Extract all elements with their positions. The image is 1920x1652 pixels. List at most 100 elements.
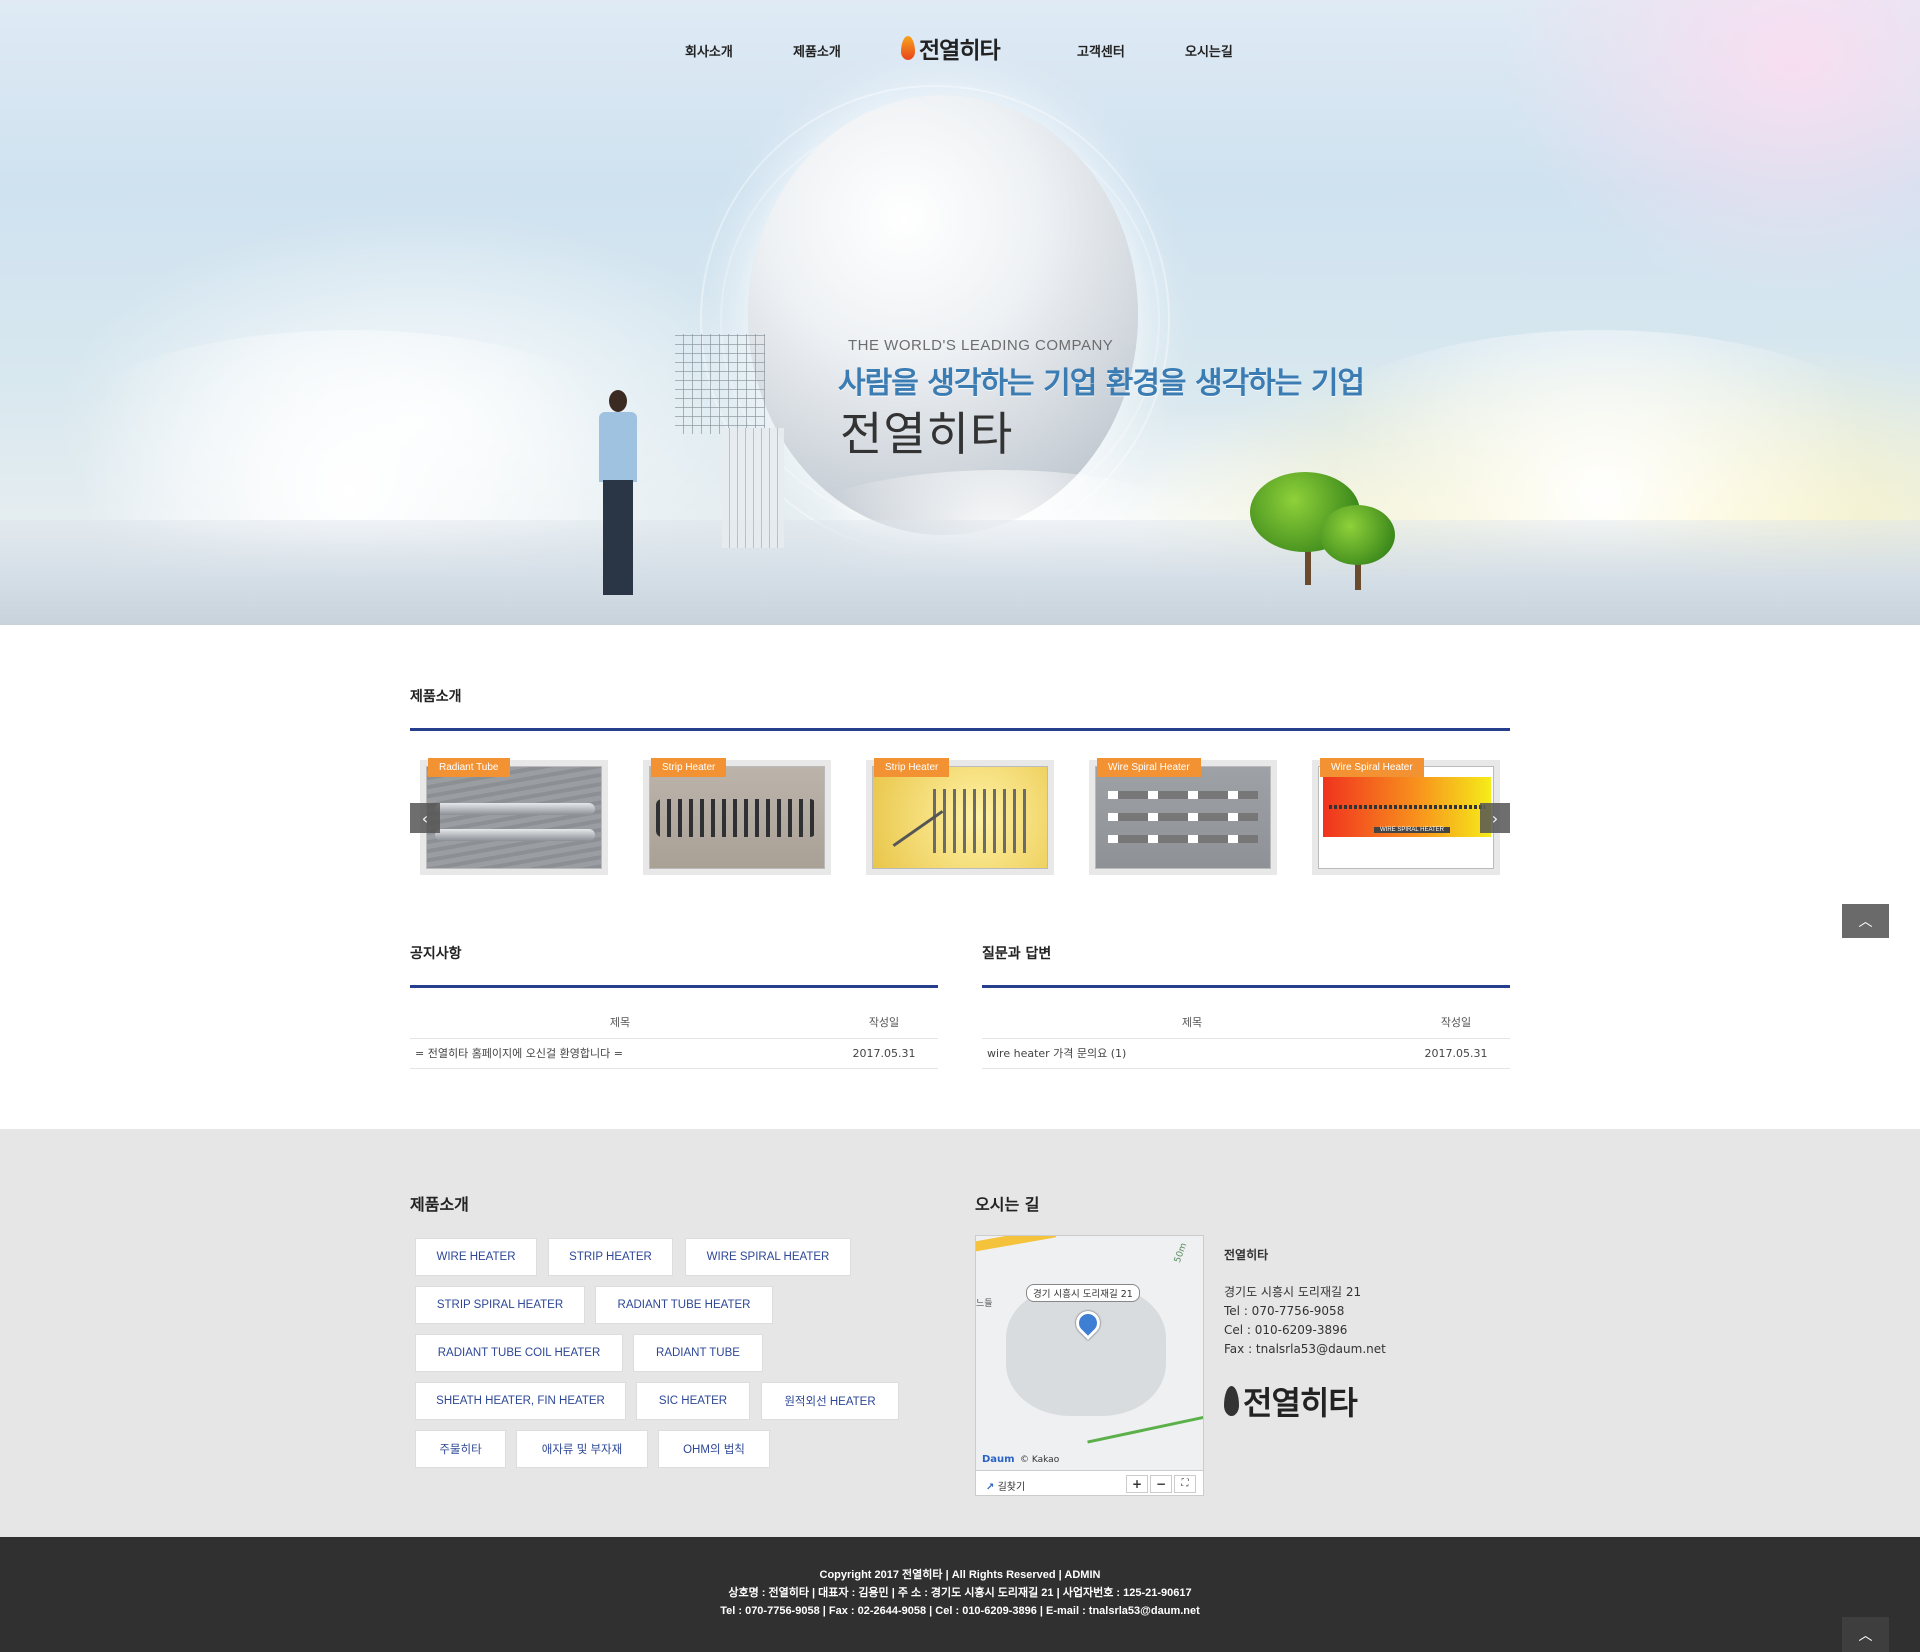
directions-label: 길찾기 (997, 1482, 1026, 1493)
zoom-out-button[interactable]: − (1150, 1475, 1172, 1493)
tree (1320, 505, 1395, 565)
copyright-line: Copyright 2017 전열히타 | All Rights Reserve… (819, 1569, 1101, 1581)
radiant-tube-image (426, 766, 602, 869)
globe-illustration (748, 95, 1138, 535)
nav-item-company[interactable]: 회사소개 (685, 41, 733, 60)
col-date: 작성일 (1402, 1006, 1510, 1039)
flame-icon (901, 36, 915, 60)
qna-title: 질문과 답변 (982, 946, 1052, 962)
contact-info-line: Tel : 070-7756-9058 | Fax : 02-2644-9058… (720, 1605, 1200, 1617)
footer-logo: 전열히타 (1224, 1378, 1358, 1424)
notice-board: 제목 작성일 = 전열히타 홈페이지에 오신걸 환영합니다 = 2017.05.… (410, 1006, 938, 1069)
copyright-bar: Copyright 2017 전열히타 | All Rights Reserve… (0, 1537, 1920, 1652)
row-date: 2017.05.31 (830, 1038, 938, 1069)
fullscreen-icon[interactable]: ⛶ (1174, 1475, 1196, 1493)
product-link-button[interactable]: RADIANT TUBE HEATER (595, 1286, 773, 1324)
qna-board: 제목 작성일 wire heater 가격 문의요 (1) 2017.05.31 (982, 1006, 1510, 1069)
product-tag: Strip Heater (874, 758, 950, 777)
product-card[interactable]: Radiant Tube (420, 758, 608, 875)
company-tel: Tel : 070-7756-9058 (1224, 1304, 1345, 1318)
map-scale: 50m (1172, 1241, 1190, 1265)
product-tag: Strip Heater (651, 758, 727, 777)
map-brand-logo: Daum (982, 1454, 1015, 1465)
bottom-scroll-top-button[interactable]: ︿ (1842, 1617, 1889, 1652)
map-area (1006, 1286, 1166, 1416)
map-place-label: 느들 (976, 1299, 993, 1309)
company-cel: Cel : 010-6209-3896 (1224, 1323, 1348, 1337)
product-link-button[interactable]: 애자류 및 부자재 (516, 1430, 648, 1468)
product-link-button[interactable]: STRIP HEATER (548, 1238, 673, 1276)
location-title: 오시는 길 (975, 1195, 1040, 1214)
product-card[interactable]: WIRE SPIRAL HEATER Wire Spiral Heater (1312, 758, 1500, 875)
product-link-button[interactable]: WIRE SPIRAL HEATER (685, 1238, 851, 1276)
wire-spiral-heater-image (1095, 766, 1271, 869)
map-copyright: © Kakao (1020, 1455, 1060, 1465)
logo-text: 전열히타 (919, 38, 1001, 64)
product-slider: Radiant Tube Strip Heater Strip Heater W… (410, 758, 1510, 880)
site-logo[interactable]: 전열히타 (901, 30, 1001, 66)
qna-rule (982, 985, 1510, 988)
directions-link[interactable]: ↗ 길찾기 (986, 1478, 1025, 1493)
map-address-label: 경기 시흥시 도리재길 21 (1026, 1284, 1140, 1302)
nav-item-support[interactable]: 고객센터 (1077, 41, 1125, 60)
map-road (1087, 1411, 1203, 1444)
slider-prev-button[interactable]: ‹ (410, 803, 440, 833)
hero-brand: 전열히타 (840, 407, 1014, 461)
chevron-up-icon: ︿ (1858, 1627, 1873, 1644)
product-link-button[interactable]: OHM의 법칙 (658, 1430, 770, 1468)
chevron-up-icon: ︿ (1858, 914, 1873, 930)
location-map[interactable]: 50m 느들 경기 시흥시 도리재길 21 Daum © Kakao ↗ 길찾기… (975, 1235, 1204, 1496)
wire-spiral-heater-diagram-image: WIRE SPIRAL HEATER (1318, 766, 1494, 869)
col-title: 제목 (410, 1006, 830, 1039)
products-title: 제품소개 (410, 689, 462, 705)
flame-icon (1224, 1386, 1239, 1416)
row-title[interactable]: wire heater 가격 문의요 (1) (982, 1038, 1402, 1069)
business-info-line: 상호명 : 전열히타 | 대표자 : 김용민 | 주 소 : 경기도 시흥시 도… (728, 1587, 1192, 1599)
product-tag: Radiant Tube (428, 758, 510, 777)
zoom-in-button[interactable]: + (1126, 1475, 1148, 1493)
notice-rule (410, 985, 938, 988)
contact-info: 전열히타 경기도 시흥시 도리재길 21 Tel : 070-7756-9058… (1224, 1246, 1386, 1359)
slider-next-button[interactable]: › (1480, 803, 1510, 833)
scroll-top-button[interactable]: ︿ (1842, 904, 1889, 938)
hero-banner: THE WORLD'S LEADING COMPANY 사람을 생각하는 기업 … (0, 0, 1920, 625)
product-tag: Wire Spiral Heater (1097, 758, 1201, 777)
company-fax: Fax : tnalsrla53@daum.net (1224, 1342, 1386, 1356)
nav-item-products[interactable]: 제품소개 (793, 41, 841, 60)
businessman-figure (593, 390, 643, 600)
row-date: 2017.05.31 (1402, 1038, 1510, 1069)
building-tower (722, 428, 784, 548)
table-row[interactable]: wire heater 가격 문의요 (1) 2017.05.31 (982, 1038, 1510, 1069)
diagram-label: WIRE SPIRAL HEATER (1374, 827, 1451, 833)
chevron-left-icon: ‹ (421, 808, 429, 828)
company-name: 전열히타 (1224, 1248, 1269, 1262)
company-address: 경기도 시흥시 도리재길 21 (1224, 1285, 1362, 1299)
nav-item-directions[interactable]: 오시는길 (1185, 41, 1233, 60)
footer-logo-text: 전열히타 (1243, 1384, 1358, 1422)
main-nav: 회사소개 제품소개 전열히타 고객센터 오시는길 (0, 28, 1920, 72)
table-row[interactable]: = 전열히타 홈페이지에 오신걸 환영합니다 = 2017.05.31 (410, 1038, 938, 1069)
notice-title: 공지사항 (410, 946, 462, 962)
product-tag: Wire Spiral Heater (1320, 758, 1424, 777)
hero-headline: 사람을 생각하는 기업 환경을 생각하는 기업 (838, 366, 1365, 401)
product-link-button[interactable]: 주물히타 (415, 1430, 506, 1468)
building-frame (675, 334, 765, 434)
product-link-button[interactable]: SIC HEATER (636, 1382, 750, 1420)
row-title[interactable]: = 전열히타 홈페이지에 오신걸 환영합니다 = (410, 1038, 830, 1069)
product-link-button[interactable]: STRIP SPIRAL HEATER (415, 1286, 585, 1324)
footer-products-title: 제품소개 (410, 1195, 469, 1214)
product-link-button[interactable]: SHEATH HEATER, FIN HEATER (415, 1382, 626, 1420)
footer-info: 제품소개 오시는 길 (0, 1129, 1920, 1537)
product-link-button[interactable]: RADIANT TUBE (633, 1334, 763, 1372)
products-rule (410, 728, 1510, 731)
product-link-button[interactable]: RADIANT TUBE COIL HEATER (415, 1334, 623, 1372)
hero-subtitle: THE WORLD'S LEADING COMPANY (848, 337, 1114, 354)
product-card[interactable]: Wire Spiral Heater (1089, 758, 1277, 875)
product-link-button[interactable]: WIRE HEATER (415, 1238, 537, 1276)
col-date: 작성일 (830, 1006, 938, 1039)
product-card[interactable]: Strip Heater (643, 758, 831, 875)
product-link-button[interactable]: 원적외선 HEATER (761, 1382, 899, 1420)
product-card[interactable]: Strip Heater (866, 758, 1054, 875)
chevron-right-icon: › (1491, 808, 1499, 828)
map-toolbar: ↗ 길찾기 + − ⛶ (976, 1470, 1203, 1495)
